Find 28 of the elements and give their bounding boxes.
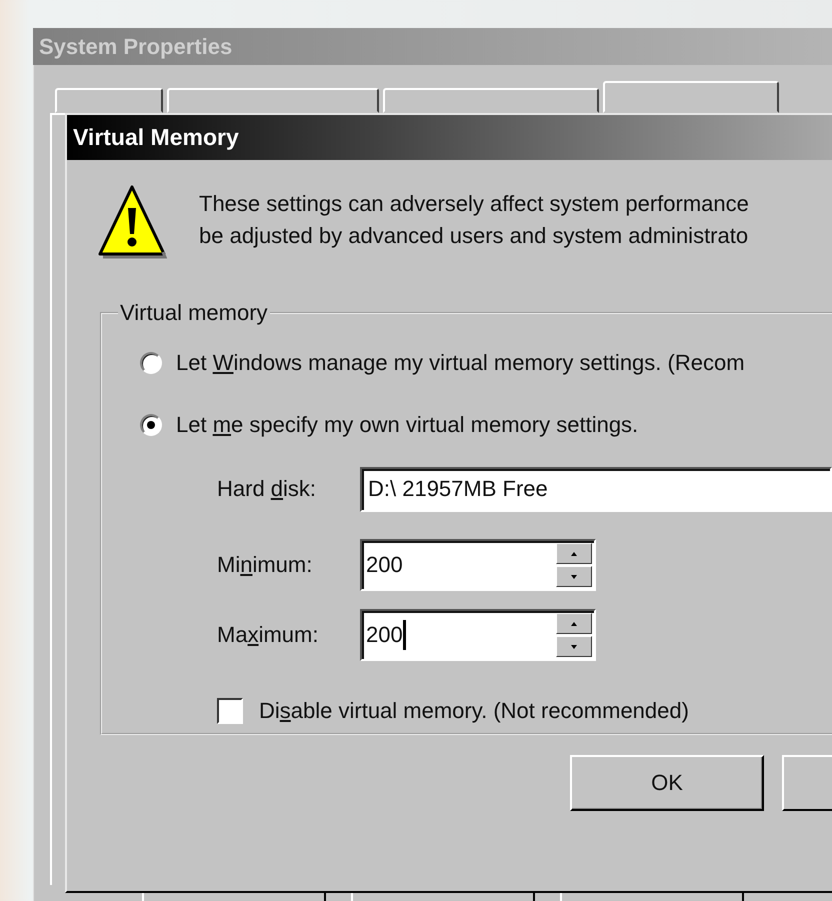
down-arrow-icon	[568, 642, 580, 650]
field-label: Minimum:	[217, 552, 314, 578]
warning-icon	[97, 184, 167, 260]
spin-up-button[interactable]	[556, 613, 592, 634]
spin-field[interactable]: 200	[360, 609, 596, 661]
warning-text: These settings can adversely affect system performance	[199, 190, 749, 218]
group-label: Virtual memory	[119, 300, 269, 326]
window-title: System Properties	[39, 34, 232, 60]
option-label: Let Windows manage my virtual memory settings. (Recom	[176, 350, 745, 376]
up-arrow-icon	[568, 620, 580, 628]
ok-button[interactable]: OK	[570, 755, 764, 811]
radio-button[interactable]	[140, 352, 162, 374]
radio-button[interactable]	[140, 414, 162, 436]
field-label: Maximum:	[217, 622, 320, 648]
cancel-button[interactable]	[782, 755, 832, 811]
spin-up-button[interactable]	[556, 543, 592, 564]
drive-list[interactable]: D:\ 21957MB Free	[360, 466, 832, 512]
warning-text: be adjusted by advanced users and system administrato	[199, 222, 749, 250]
checkbox-label: Disable virtual memory. (Not recommended)	[259, 698, 689, 724]
field-label: Hard disk:	[217, 476, 318, 502]
spin-down-button[interactable]	[556, 566, 592, 587]
spin-field[interactable]: 200	[360, 539, 596, 591]
option-label: Let me specify my own virtual memory settings.	[176, 412, 638, 438]
down-arrow-icon	[568, 572, 580, 580]
spin-down-button[interactable]	[556, 636, 592, 657]
checkbox[interactable]	[217, 698, 243, 724]
dialog-title: Virtual Memory	[73, 124, 239, 151]
up-arrow-icon	[568, 550, 580, 558]
